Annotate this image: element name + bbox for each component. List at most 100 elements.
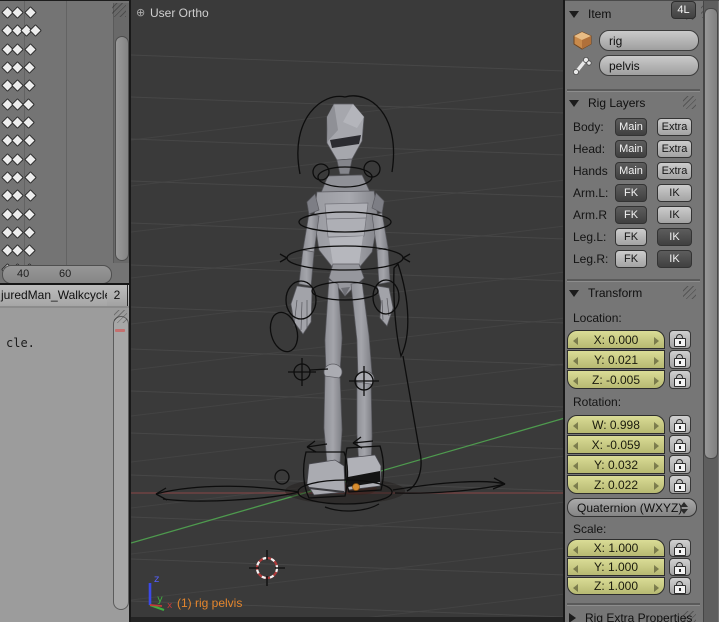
keyframe-diamond[interactable]	[23, 42, 37, 56]
decrement-arrow-icon[interactable]	[573, 441, 578, 450]
value-field-x[interactable]: X: -0.059	[567, 435, 665, 454]
increment-arrow-icon[interactable]	[654, 356, 659, 365]
keyframe-diamond[interactable]	[10, 152, 24, 166]
lock-button-x[interactable]	[669, 539, 691, 557]
lock-button-z[interactable]	[669, 370, 691, 389]
rig-layer-toggle-ik[interactable]: IK	[657, 206, 692, 224]
increment-arrow-icon[interactable]	[654, 336, 659, 345]
rig-layer-toggle-fk[interactable]: FK	[615, 228, 647, 246]
area-resize-grip[interactable]	[112, 3, 126, 17]
panel-drag-grip[interactable]	[683, 286, 696, 299]
decrement-arrow-icon[interactable]	[573, 583, 578, 592]
keyframe-diamond[interactable]	[23, 170, 37, 184]
value-field-w[interactable]: W: 0.998	[567, 415, 665, 434]
decrement-arrow-icon[interactable]	[573, 564, 578, 573]
keyframe-diamond[interactable]	[10, 60, 24, 74]
rig-layer-toggle-ik[interactable]: IK	[657, 184, 692, 202]
value-field-z[interactable]: Z: 0.022	[567, 475, 665, 494]
keyframe-diamond[interactable]	[23, 152, 37, 166]
rotation-mode-dropdown[interactable]: Quaternion (WXYZ)	[567, 498, 697, 517]
keyframe-diamond[interactable]	[10, 188, 24, 202]
rig-layer-toggle-fk[interactable]: FK	[615, 206, 647, 224]
keyframe-diamond[interactable]	[10, 243, 24, 257]
value-field-y[interactable]: Y: 0.032	[567, 455, 665, 474]
rig-layer-toggle-extra[interactable]: Extra	[657, 162, 692, 180]
rig-layer-toggle-fk[interactable]: FK	[615, 250, 647, 268]
increment-arrow-icon[interactable]	[654, 583, 659, 592]
value-field-x[interactable]: X: 1.000	[567, 539, 665, 557]
keyframe-diamond[interactable]	[10, 42, 24, 56]
decrement-arrow-icon[interactable]	[573, 356, 578, 365]
action-name-field[interactable]: juredMan_Walkcycle	[0, 285, 108, 306]
decrement-arrow-icon[interactable]	[573, 461, 578, 470]
keyframe-diamond[interactable]	[10, 170, 24, 184]
scrollbar-cursor-marker	[115, 329, 125, 332]
rig-layer-toggle-extra[interactable]: Extra	[657, 118, 692, 136]
lock-button-x[interactable]	[669, 435, 691, 454]
panel-drag-grip[interactable]	[683, 96, 696, 109]
keyframe-diamond[interactable]	[10, 5, 24, 19]
keyframe-diamond[interactable]	[10, 207, 24, 221]
value-field-z[interactable]: Z: -0.005	[567, 370, 665, 389]
decrement-arrow-icon[interactable]	[573, 545, 578, 554]
keyframe-diamond[interactable]	[23, 5, 37, 19]
lock-button-y[interactable]	[669, 350, 691, 369]
rig-layer-toggle-fk[interactable]: FK	[615, 184, 647, 202]
keyframe-diamond[interactable]	[10, 133, 24, 147]
dopesheet-vscrollbar-thumb[interactable]	[115, 36, 129, 261]
increment-arrow-icon[interactable]	[654, 441, 659, 450]
area-resize-grip[interactable]	[114, 310, 127, 323]
keyframe-diamond[interactable]	[10, 225, 24, 239]
value-field-y[interactable]: Y: 0.021	[567, 350, 665, 369]
text-scrollbar-thumb[interactable]	[113, 316, 129, 610]
increment-arrow-icon[interactable]	[654, 461, 659, 470]
rig-layer-toggle-main[interactable]: Main	[615, 140, 647, 158]
panel-header-rig-extra-properties[interactable]: Rig Extra Properties	[569, 610, 692, 622]
decrement-arrow-icon[interactable]	[573, 421, 578, 430]
knee-control-left[interactable]	[288, 358, 329, 386]
panel-header-transform[interactable]: Transform	[569, 285, 642, 301]
selected-object-label: (1) rig pelvis	[177, 596, 243, 610]
increment-arrow-icon[interactable]	[654, 481, 659, 490]
decrement-arrow-icon[interactable]	[573, 481, 578, 490]
panel-header-rig-layers[interactable]: Rig Layers	[569, 95, 645, 111]
panel-header-item[interactable]: Item	[569, 6, 611, 22]
decrement-arrow-icon[interactable]	[573, 376, 578, 385]
rig-layer-toggle-main[interactable]: Main	[615, 162, 647, 180]
increment-arrow-icon[interactable]	[654, 545, 659, 554]
lock-button-x[interactable]	[669, 330, 691, 349]
dopesheet-hscrollbar[interactable]: 40 60	[2, 265, 112, 284]
dope-sheet-area[interactable]: 40 60	[0, 0, 131, 284]
bone-name-field[interactable]: pelvis	[599, 55, 699, 76]
increment-arrow-icon[interactable]	[654, 564, 659, 573]
location-label: Location:	[573, 311, 622, 325]
object-name-field[interactable]: rig	[599, 30, 699, 51]
value-field-y[interactable]: Y: 1.000	[567, 558, 665, 576]
panel-drag-grip[interactable]	[683, 611, 696, 622]
value-field-z[interactable]: Z: 1.000	[567, 577, 665, 595]
action-users-count-button[interactable]: 2	[107, 285, 128, 306]
panel-scrollbar-thumb[interactable]	[704, 8, 718, 459]
text-editor-area[interactable]: cle.	[0, 308, 131, 622]
keyframe-diamond[interactable]	[28, 23, 42, 37]
value-field-x[interactable]: X: 0.000	[567, 330, 665, 349]
keyframe-diamond[interactable]	[10, 78, 24, 92]
lock-button-y[interactable]	[669, 558, 691, 576]
rotation-4l-button[interactable]: 4L	[671, 1, 696, 19]
viewport-3d[interactable]: z y x ⊕ User Ortho (1) rig pelvis	[131, 0, 565, 622]
decrement-arrow-icon[interactable]	[573, 336, 578, 345]
bone-icon	[573, 57, 592, 75]
keyframe-diamond[interactable]	[23, 188, 37, 202]
rig-layer-toggle-extra[interactable]: Extra	[657, 140, 692, 158]
lock-button-z[interactable]	[669, 475, 691, 494]
increment-arrow-icon[interactable]	[654, 421, 659, 430]
lock-button-w[interactable]	[669, 415, 691, 434]
lock-button-y[interactable]	[669, 455, 691, 474]
increment-arrow-icon[interactable]	[654, 376, 659, 385]
lock-button-z[interactable]	[669, 577, 691, 595]
selected-bone-tip[interactable]	[352, 483, 360, 491]
knee-control-right[interactable]	[349, 366, 379, 396]
rig-layer-toggle-ik[interactable]: IK	[657, 250, 692, 268]
rig-layer-toggle-ik[interactable]: IK	[657, 228, 692, 246]
rig-layer-toggle-main[interactable]: Main	[615, 118, 647, 136]
